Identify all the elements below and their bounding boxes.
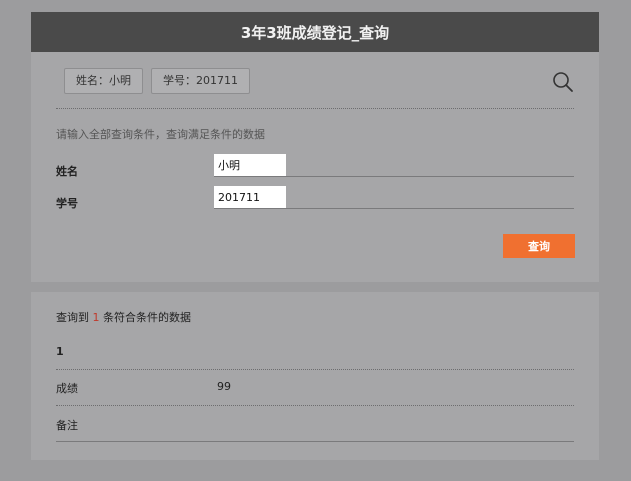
summary-prefix: 查询到 bbox=[56, 311, 89, 324]
id-label: 学号 bbox=[56, 197, 78, 210]
filter-chips: 姓名：小明 学号：201711 bbox=[64, 68, 250, 94]
query-button[interactable]: 查询 bbox=[503, 234, 575, 258]
summary-suffix: 条符合条件的数据 bbox=[103, 311, 191, 324]
query-panel: 姓名：小明 学号：201711 请输入全部查询条件，查询满足条件的数据 姓名 学… bbox=[31, 52, 599, 282]
result-count: 1 bbox=[92, 311, 100, 324]
name-label: 姓名 bbox=[56, 165, 78, 178]
search-icon[interactable] bbox=[552, 71, 574, 93]
name-input[interactable] bbox=[214, 154, 286, 176]
student-id-input[interactable] bbox=[214, 186, 286, 208]
query-hint: 请输入全部查询条件，查询满足条件的数据 bbox=[56, 128, 265, 141]
divider bbox=[56, 369, 574, 370]
score-value: 99 bbox=[217, 380, 231, 393]
score-label: 成绩 bbox=[56, 382, 78, 395]
page-title-bar: 3年3班成绩登记_查询 bbox=[31, 12, 599, 52]
divider bbox=[56, 405, 574, 406]
result-panel: 查询到 1 条符合条件的数据 1 成绩 99 备注 bbox=[31, 292, 599, 460]
filter-chip-id[interactable]: 学号：201711 bbox=[151, 68, 250, 94]
filter-chip-name[interactable]: 姓名：小明 bbox=[64, 68, 143, 94]
id-underline bbox=[214, 208, 574, 209]
divider bbox=[56, 441, 574, 442]
page-title: 3年3班成绩登记_查询 bbox=[240, 23, 390, 42]
name-underline bbox=[214, 176, 574, 177]
divider bbox=[56, 108, 574, 109]
result-summary: 查询到 1 条符合条件的数据 bbox=[56, 309, 191, 325]
record-index: 1 bbox=[56, 345, 64, 358]
note-label: 备注 bbox=[56, 419, 78, 432]
